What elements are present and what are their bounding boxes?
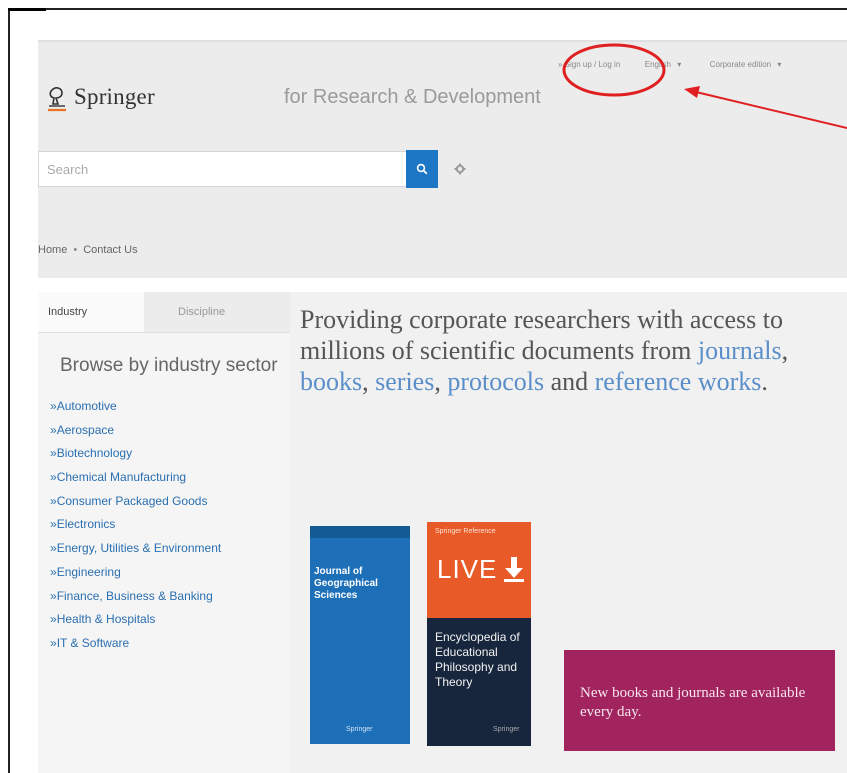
top-links: » Sign up / Log in English ▾ Corporate e…	[558, 60, 789, 69]
sector-link-it-software[interactable]: IT & Software	[50, 632, 290, 656]
breadcrumb-separator: •	[73, 244, 78, 256]
springer-horse-logo-icon	[46, 86, 68, 112]
promo-text: New books and journals are available eve…	[580, 685, 806, 720]
frame-border-left	[8, 8, 10, 773]
books-link[interactable]: books	[300, 367, 362, 396]
cover-stripe	[310, 526, 410, 538]
promo-banner[interactable]: New books and journals are available eve…	[564, 650, 835, 751]
sector-link-electronics[interactable]: Electronics	[50, 513, 290, 537]
encyclopedia-cover-live[interactable]: Springer Reference LIVE Encyclopedia of …	[427, 522, 531, 746]
search-input[interactable]	[38, 151, 406, 187]
header: Springer for Research & Development » Si…	[38, 40, 847, 278]
settings-button[interactable]	[452, 161, 468, 177]
protocols-link[interactable]: protocols	[447, 367, 544, 396]
sector-link-automotive[interactable]: Automotive	[50, 395, 290, 419]
sector-link-engineering[interactable]: Engineering	[50, 561, 290, 585]
book-title: Encyclopedia of Educational Philosophy a…	[435, 630, 520, 689]
logo-text: Springer	[74, 84, 155, 109]
sector-link-consumer-packaged-goods[interactable]: Consumer Packaged Goods	[50, 490, 290, 514]
sector-link-biotechnology[interactable]: Biotechnology	[50, 442, 290, 466]
live-label: LIVE	[437, 554, 498, 584]
headline-and: and	[550, 367, 589, 396]
tagline: for Research & Development	[284, 86, 541, 108]
publisher-label: Springer	[493, 726, 520, 733]
live-badge: LIVE	[437, 554, 525, 585]
caret-down-icon: ▾	[677, 60, 682, 69]
sector-list: Automotive Aerospace Biotechnology Chemi…	[38, 395, 290, 656]
edition-label: Corporate edition	[709, 60, 772, 69]
breadcrumb: Home • Contact Us	[38, 244, 138, 256]
signup-login-link[interactable]: » Sign up / Log in	[558, 60, 620, 69]
logo[interactable]: Springer	[46, 84, 155, 112]
language-label: English	[644, 60, 671, 69]
gear-icon	[454, 163, 466, 175]
hero-headline: Providing corporate researchers with acc…	[300, 305, 789, 396]
download-arrow-icon	[504, 556, 525, 582]
sector-link-aerospace[interactable]: Aerospace	[50, 419, 290, 443]
sidebar-heading: Browse by industry sector	[60, 355, 278, 376]
sidebar: Industry Discipline Browse by industry s…	[38, 292, 290, 773]
tab-discipline[interactable]: Discipline	[144, 292, 290, 332]
language-selector[interactable]: English ▾	[645, 60, 686, 69]
search-icon	[416, 163, 428, 175]
page: Springer for Research & Development » Si…	[38, 40, 847, 773]
breadcrumb-home-link[interactable]: Home	[38, 244, 67, 256]
publisher-label: Springer	[346, 726, 373, 733]
main-content: Providing corporate researchers with acc…	[290, 292, 847, 773]
edition-selector[interactable]: Corporate edition ▾	[710, 60, 786, 69]
tab-industry[interactable]: Industry	[38, 292, 144, 332]
journals-link[interactable]: journals	[698, 336, 782, 365]
journal-cover-geographical-sciences[interactable]: Journal of Geographical Sciences Springe…	[310, 526, 410, 744]
sector-link-chemical-manufacturing[interactable]: Chemical Manufacturing	[50, 466, 290, 490]
frame-border-top	[8, 8, 847, 10]
search-bar	[38, 150, 468, 188]
sector-link-finance[interactable]: Finance, Business & Banking	[50, 585, 290, 609]
sector-link-health[interactable]: Health & Hospitals	[50, 608, 290, 632]
sector-link-energy-utilities[interactable]: Energy, Utilities & Environment	[50, 537, 290, 561]
sidebar-tabs: Industry Discipline	[38, 292, 290, 333]
search-button[interactable]	[406, 150, 438, 188]
cover-kicker: Springer Reference	[435, 528, 496, 535]
reference-works-link[interactable]: reference works	[595, 367, 762, 396]
breadcrumb-contact-link[interactable]: Contact Us	[83, 244, 137, 256]
headline-end: .	[761, 367, 768, 396]
caret-down-icon: ▾	[777, 60, 782, 69]
series-link[interactable]: series	[375, 367, 434, 396]
frame-corner	[8, 8, 46, 11]
book-title: Journal of Geographical Sciences	[314, 566, 378, 601]
